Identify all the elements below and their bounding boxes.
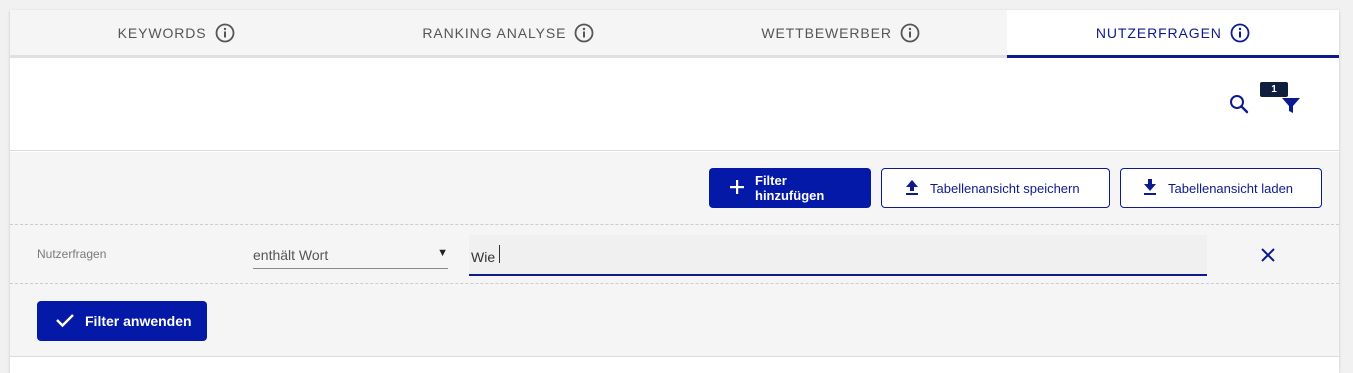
filter-row: Nutzerfragen enthält Wort ▼	[10, 224, 1339, 284]
operator-select[interactable]: enthält Wort ▼	[253, 239, 448, 269]
caret-down-icon: ▼	[437, 247, 448, 259]
filter-value-field[interactable]	[469, 235, 1207, 276]
add-filter-button[interactable]: Filter hinzufügen	[709, 168, 871, 208]
filter-count-badge: 1	[1260, 82, 1288, 97]
filter-panel: Filter hinzufügen Tabellenansicht speich…	[10, 152, 1339, 357]
upload-icon	[904, 178, 920, 199]
apply-filter-button[interactable]: Filter anwenden	[37, 301, 207, 341]
search-icon[interactable]	[1228, 93, 1250, 115]
table-toolbar: 1	[10, 58, 1339, 151]
tab-wettbewerber[interactable]: WETTBEWERBER	[674, 10, 1007, 58]
plus-icon	[729, 179, 745, 198]
download-icon	[1142, 178, 1158, 199]
tab-ranking-analyse[interactable]: RANKING ANALYSE	[342, 10, 675, 58]
info-icon[interactable]	[215, 23, 235, 43]
filter-field-label: Nutzerfragen	[37, 247, 107, 261]
filter-action-bar: Filter hinzufügen Tabellenansicht speich…	[709, 168, 1322, 208]
operator-select-value: enthält Wort	[253, 247, 329, 263]
info-icon[interactable]	[1230, 23, 1250, 43]
text-cursor	[499, 245, 500, 263]
load-view-button[interactable]: Tabellenansicht laden	[1120, 168, 1322, 208]
info-icon[interactable]	[900, 23, 920, 43]
check-icon	[55, 312, 75, 331]
close-icon[interactable]	[1259, 246, 1277, 264]
apply-filter-label: Filter anwenden	[85, 313, 192, 329]
save-view-label: Tabellenansicht speichern	[930, 180, 1080, 196]
info-icon[interactable]	[574, 23, 594, 43]
save-view-button[interactable]: Tabellenansicht speichern	[881, 168, 1110, 208]
tab-label: NUTZERFRAGEN	[1095, 24, 1222, 41]
tab-label: KEYWORDS	[117, 24, 207, 41]
main-card: KEYWORDS RANKING ANALYSE WETTBEWERBER NU…	[10, 10, 1339, 373]
tab-keywords[interactable]: KEYWORDS	[10, 10, 343, 58]
tab-label: RANKING ANALYSE	[422, 24, 567, 41]
filter-value-input[interactable]	[469, 235, 1207, 274]
tab-label: WETTBEWERBER	[761, 24, 892, 41]
tab-bar: KEYWORDS RANKING ANALYSE WETTBEWERBER NU…	[10, 10, 1339, 58]
add-filter-label: Filter hinzufügen	[755, 173, 825, 203]
load-view-label: Tabellenansicht laden	[1168, 180, 1294, 196]
tab-nutzerfragen[interactable]: NUTZERFRAGEN	[1006, 10, 1339, 58]
